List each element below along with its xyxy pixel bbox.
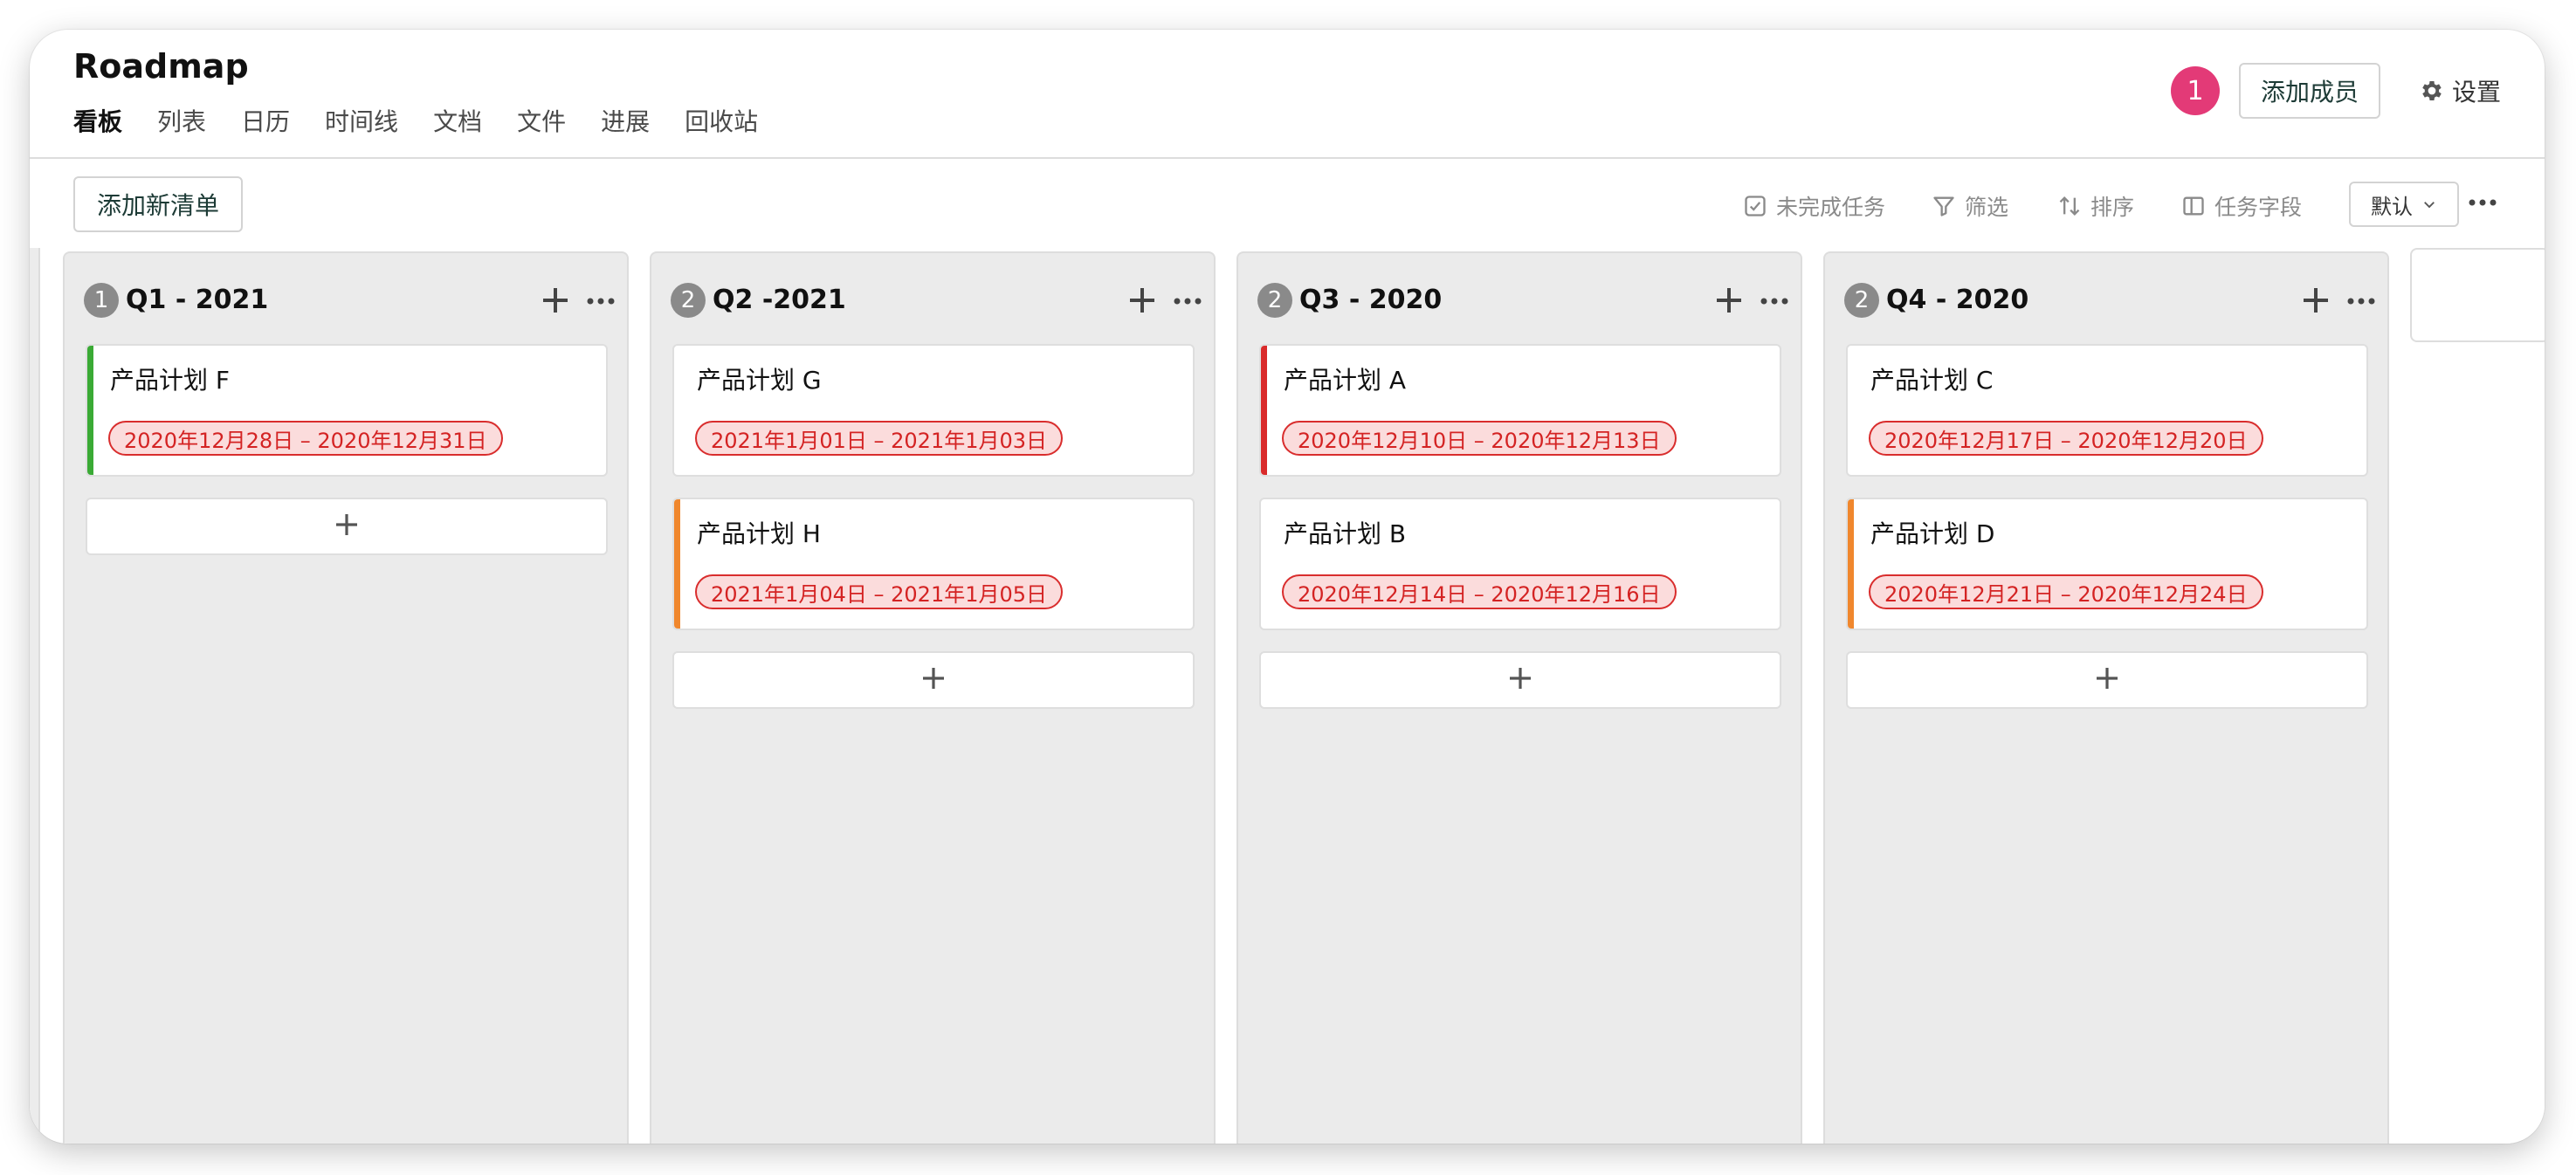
add-task-button[interactable] bbox=[1259, 651, 1781, 709]
task-card[interactable]: 产品计划 C 2020年12月17日 – 2020年12月20日 bbox=[1846, 344, 2368, 477]
funnel-icon bbox=[1933, 196, 1954, 216]
incomplete-tasks-toggle[interactable]: 未完成任务 bbox=[1743, 189, 1885, 223]
tab-recycle-bin[interactable]: 回收站 bbox=[685, 103, 758, 138]
column-title: Q3 - 2020 bbox=[1299, 285, 1443, 315]
plus-icon bbox=[1506, 664, 1534, 696]
column-add-task-button[interactable] bbox=[1710, 281, 1748, 320]
tab-docs[interactable]: 文档 bbox=[433, 103, 482, 138]
previous-column-edge bbox=[30, 248, 40, 1144]
filter-label: 筛选 bbox=[1965, 195, 2009, 220]
tab-files[interactable]: 文件 bbox=[517, 103, 566, 138]
checkbox-icon bbox=[1745, 196, 1766, 216]
sort-label: 排序 bbox=[2090, 195, 2135, 220]
plus-icon bbox=[920, 664, 947, 696]
task-title: 产品计划 B bbox=[1284, 519, 1407, 548]
column-task-count: 2 bbox=[1844, 283, 1879, 318]
view-select[interactable]: 默认 bbox=[2349, 182, 2459, 227]
priority-stripe bbox=[1848, 499, 1854, 629]
chevron-down-icon bbox=[2424, 202, 2435, 209]
task-title: 产品计划 D bbox=[1870, 519, 1995, 548]
column-add-task-button[interactable] bbox=[536, 281, 575, 320]
filter-button[interactable]: 筛选 bbox=[1932, 189, 2008, 223]
app-window: Roadmap 看板 列表 日历 时间线 文档 文件 进展 回收站 1 添加成员… bbox=[30, 30, 2545, 1144]
plus-icon bbox=[2297, 288, 2335, 323]
column-more-button[interactable] bbox=[1168, 281, 1207, 320]
priority-stripe bbox=[1261, 346, 1267, 475]
task-date-range-tag: 2020年12月17日 – 2020年12月20日 bbox=[1869, 421, 2263, 456]
task-card[interactable]: 产品计划 B 2020年12月14日 – 2020年12月16日 bbox=[1259, 498, 1781, 630]
kanban-column: 1 Q1 - 2021 产品计划 F 2020年12月28日 – 2020年12月31… bbox=[63, 251, 629, 1144]
task-date-range-tag: 2021年1月04日 – 2021年1月05日 bbox=[695, 574, 1064, 609]
tab-list[interactable]: 列表 bbox=[157, 103, 206, 138]
more-options-button[interactable] bbox=[2457, 183, 2508, 222]
tab-timeline[interactable]: 时间线 bbox=[325, 103, 398, 138]
add-task-button[interactable] bbox=[86, 498, 608, 555]
more-horizontal-icon bbox=[2469, 199, 2497, 206]
settings-button[interactable]: 设置 bbox=[2419, 72, 2501, 110]
new-column-placeholder[interactable] bbox=[2410, 248, 2545, 342]
task-date-range-tag: 2020年12月14日 – 2020年12月16日 bbox=[1282, 574, 1677, 609]
task-card[interactable]: 产品计划 H 2021年1月04日 – 2021年1月05日 bbox=[672, 498, 1195, 630]
task-card[interactable]: 产品计划 A 2020年12月10日 – 2020年12月13日 bbox=[1259, 344, 1781, 477]
column-title: Q4 - 2020 bbox=[1886, 285, 2029, 315]
tab-kanban[interactable]: 看板 bbox=[73, 103, 122, 138]
kanban-column: 2 Q3 - 2020 产品计划 A 2020年12月10日 – 2020年12月13… bbox=[1236, 251, 1802, 1144]
view-select-label: 默认 bbox=[2371, 194, 2413, 219]
more-horizontal-icon bbox=[1173, 292, 1202, 309]
column-more-button[interactable] bbox=[1755, 281, 1794, 320]
plus-icon bbox=[1710, 288, 1748, 323]
column-task-count: 2 bbox=[671, 283, 706, 318]
priority-stripe bbox=[87, 346, 93, 475]
priority-stripe bbox=[674, 499, 680, 629]
task-card[interactable]: 产品计划 D 2020年12月21日 – 2020年12月24日 bbox=[1846, 498, 2368, 630]
sort-button[interactable]: 排序 bbox=[2057, 189, 2134, 223]
member-count-badge[interactable]: 1 bbox=[2171, 66, 2220, 115]
more-horizontal-icon bbox=[2346, 292, 2376, 309]
tab-progress[interactable]: 进展 bbox=[601, 103, 650, 138]
column-task-count: 1 bbox=[84, 283, 119, 318]
plus-icon bbox=[2093, 664, 2121, 696]
more-horizontal-icon bbox=[1760, 292, 1789, 309]
add-task-button[interactable] bbox=[672, 651, 1195, 709]
task-card[interactable]: 产品计划 F 2020年12月28日 – 2020年12月31日 bbox=[86, 344, 608, 477]
gear-icon bbox=[2422, 81, 2442, 100]
kanban-board: 1 Q1 - 2021 产品计划 F 2020年12月28日 – 2020年12月31… bbox=[30, 248, 2545, 1144]
sort-arrows-icon bbox=[2059, 196, 2080, 216]
tab-calendar[interactable]: 日历 bbox=[241, 103, 290, 138]
incomplete-tasks-label: 未完成任务 bbox=[1776, 195, 1886, 220]
task-title: 产品计划 H bbox=[697, 519, 821, 548]
column-more-button[interactable] bbox=[2342, 281, 2380, 320]
project-title: Roadmap bbox=[73, 47, 249, 86]
task-title: 产品计划 F bbox=[110, 366, 231, 395]
task-title: 产品计划 C bbox=[1870, 366, 1994, 395]
add-list-button[interactable]: 添加新清单 bbox=[73, 176, 243, 232]
column-more-button[interactable] bbox=[582, 281, 620, 320]
column-add-task-button[interactable] bbox=[2297, 281, 2335, 320]
task-date-range-tag: 2020年12月28日 – 2020年12月31日 bbox=[108, 421, 503, 456]
task-date-range-tag: 2020年12月21日 – 2020年12月24日 bbox=[1869, 574, 2263, 609]
task-date-range-tag: 2020年12月10日 – 2020年12月13日 bbox=[1282, 421, 1677, 456]
project-header: Roadmap 看板 列表 日历 时间线 文档 文件 进展 回收站 1 添加成员… bbox=[30, 30, 2545, 159]
plus-icon bbox=[1123, 288, 1161, 323]
plus-icon bbox=[333, 511, 361, 542]
task-fields-label: 任务字段 bbox=[2214, 195, 2303, 220]
more-horizontal-icon bbox=[586, 292, 616, 309]
plus-icon bbox=[536, 288, 575, 323]
task-fields-button[interactable]: 任务字段 bbox=[2181, 189, 2302, 223]
task-date-range-tag: 2021年1月01日 – 2021年1月03日 bbox=[695, 421, 1064, 456]
columns-icon bbox=[2183, 196, 2204, 216]
view-tabs: 看板 列表 日历 时间线 文档 文件 进展 回收站 bbox=[73, 103, 793, 138]
task-card[interactable]: 产品计划 G 2021年1月01日 – 2021年1月03日 bbox=[672, 344, 1195, 477]
column-add-task-button[interactable] bbox=[1123, 281, 1161, 320]
column-title: Q1 - 2021 bbox=[126, 285, 269, 315]
kanban-column: 2 Q4 - 2020 产品计划 C 2020年12月17日 – 2020年12月20… bbox=[1823, 251, 2389, 1144]
column-task-count: 2 bbox=[1257, 283, 1292, 318]
column-title: Q2 -2021 bbox=[713, 285, 846, 315]
add-member-button[interactable]: 添加成员 bbox=[2239, 63, 2380, 119]
kanban-column: 2 Q2 -2021 产品计划 G 2021年1月01日 – 2021年1月03日 产品… bbox=[650, 251, 1216, 1144]
task-title: 产品计划 A bbox=[1284, 366, 1407, 395]
task-title: 产品计划 G bbox=[697, 366, 822, 395]
settings-label: 设置 bbox=[2452, 78, 2502, 107]
add-task-button[interactable] bbox=[1846, 651, 2368, 709]
